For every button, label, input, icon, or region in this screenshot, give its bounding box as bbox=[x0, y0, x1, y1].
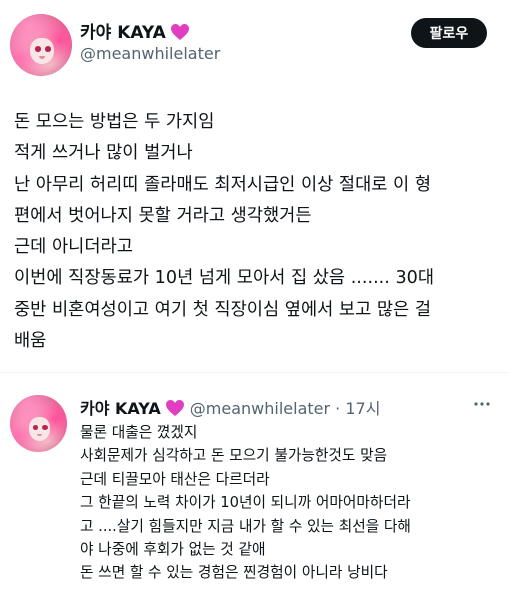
reply-header: 카야 KAYA @meanwhilelater · 17시 bbox=[80, 395, 380, 421]
reply-line: 사회문제가 심각하고 돈 모으기 불가능한것도 맞음 bbox=[80, 447, 388, 465]
author-name-text: 카야 KAYA bbox=[80, 23, 166, 43]
reply-tweet[interactable]: 카야 KAYA @meanwhilelater · 17시 물론 대출은 꼈겠지… bbox=[0, 373, 508, 600]
main-tweet: 카야 KAYA @meanwhilelater 팔로우 돈 모으는 방법은 두 … bbox=[0, 0, 508, 372]
tweet-line: 이번에 직장동료가 10년 넘게 모아서 집 샀음 ....... 30대 bbox=[14, 268, 435, 289]
avatar[interactable] bbox=[10, 14, 72, 76]
reply-timestamp[interactable]: 17시 bbox=[345, 399, 380, 418]
reply-author-name[interactable]: 카야 KAYA bbox=[80, 399, 161, 418]
tweet-text: 돈 모으는 방법은 두 가지임 적게 쓰거나 많이 벌거나 난 아무리 허리띠 … bbox=[14, 107, 499, 357]
tweet-line: 적게 쓰거나 많이 벌거나 bbox=[14, 143, 193, 164]
tweet-line: 배움 bbox=[14, 331, 47, 352]
reply-author-handle[interactable]: @meanwhilelater bbox=[190, 399, 330, 418]
reply-line: 근데 티끌모아 태산은 다르더라 bbox=[80, 470, 270, 488]
purple-heart-icon bbox=[170, 23, 190, 46]
tweet-line: 편에서 벗어나지 못할 거라고 생각했거든 bbox=[14, 205, 312, 226]
reply-line: 물론 대출은 꼈겠지 bbox=[80, 424, 198, 441]
author-display-name[interactable]: 카야 KAYA bbox=[80, 18, 190, 46]
reply-text: 물론 대출은 꼈겠지 사회문제가 심각하고 돈 모으기 불가능한것도 맞음 근데… bbox=[80, 421, 500, 585]
reply-line: 그 한끝의 노력 차이가 10년이 되니까 어마어마하더라 bbox=[80, 494, 411, 512]
author-handle[interactable]: @meanwhilelater bbox=[80, 44, 220, 63]
purple-heart-icon bbox=[165, 399, 185, 421]
reply-line: 돈 쓰면 할 수 있는 경험은 찐경험이 아니라 낭비다 bbox=[80, 564, 388, 582]
reply-line: 고 ....살기 힘들지만 지금 내가 할 수 있는 최선을 다해 bbox=[80, 517, 411, 535]
tweet-line: 근데 아니더라고 bbox=[14, 237, 133, 258]
tweet-line: 난 아무리 허리띠 졸라매도 최저시급인 이상 절대로 이 형 bbox=[14, 174, 432, 195]
avatar[interactable] bbox=[10, 395, 67, 452]
follow-button[interactable]: 팔로우 bbox=[411, 18, 487, 48]
separator-dot: · bbox=[330, 399, 346, 418]
tweet-line: 돈 모으는 방법은 두 가지임 bbox=[14, 112, 215, 132]
tweet-line: 중반 비혼여성이고 여기 첫 직장이심 옆에서 보고 많은 걸 bbox=[14, 299, 432, 320]
more-dots-icon[interactable] bbox=[472, 396, 492, 412]
reply-line: 야 나중에 후회가 없는 것 같애 bbox=[80, 541, 266, 559]
